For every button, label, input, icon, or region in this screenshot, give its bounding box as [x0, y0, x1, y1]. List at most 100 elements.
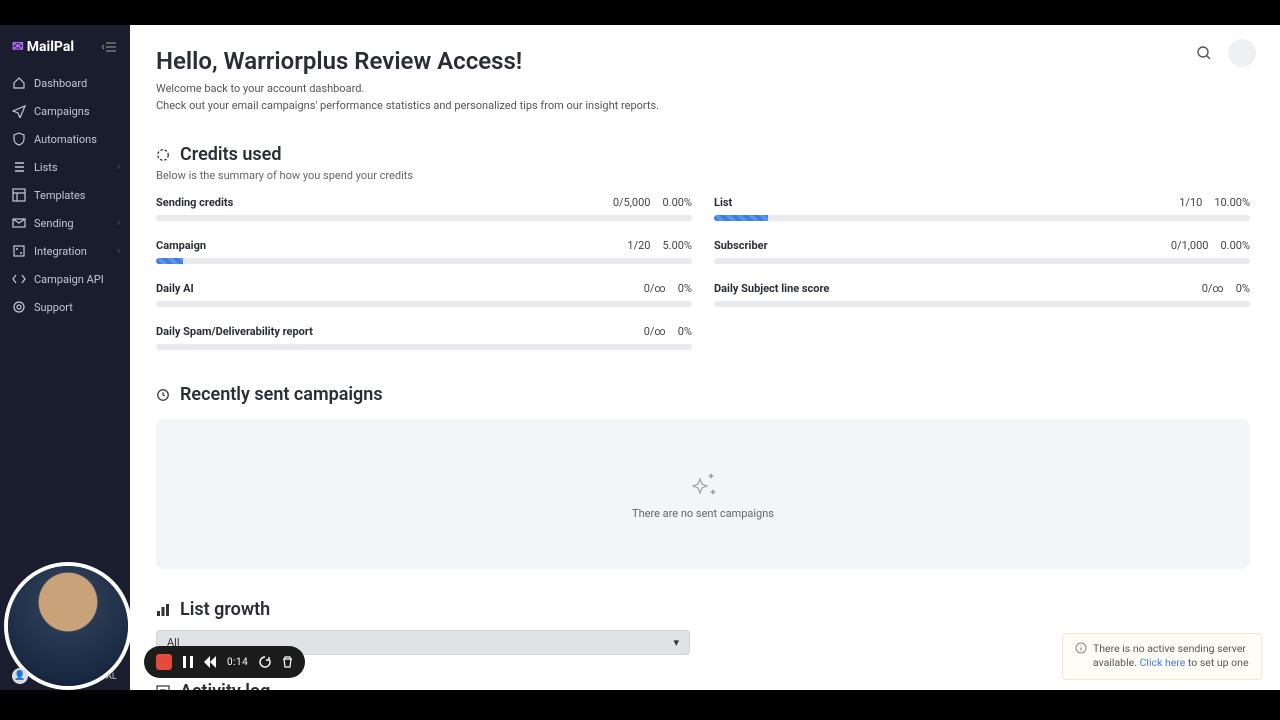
credit-count: 0/1,000: [1171, 239, 1209, 252]
sidebar-item-label: Campaign API: [34, 273, 104, 286]
progress-bar: [156, 344, 692, 350]
sidebar-item-automations[interactable]: Automations: [0, 125, 130, 153]
chevron-down-icon: ▾: [673, 636, 679, 649]
progress-bar: [156, 258, 692, 264]
support-icon: [12, 300, 26, 314]
sidebar-item-label: Templates: [34, 189, 85, 202]
info-icon: [1075, 642, 1087, 671]
progress-bar: [714, 301, 1250, 307]
credit-row: Daily AI 0/∞ 0%: [156, 282, 692, 307]
sidebar-item-campaigns[interactable]: Campaigns: [0, 97, 130, 125]
credit-count: 1/20: [627, 239, 650, 252]
page-title: Hello, Warriorplus Review Access!: [156, 47, 1250, 75]
shield-icon: [12, 132, 26, 146]
delete-button[interactable]: [282, 656, 293, 668]
restart-button[interactable]: [259, 656, 271, 668]
clock-icon: [156, 388, 170, 402]
bar-chart-icon: [156, 603, 170, 617]
main-content: Hello, Warriorplus Review Access! Welcom…: [130, 25, 1280, 690]
sidebar-item-sending[interactable]: Sending›: [0, 209, 130, 237]
sidebar-item-label: Lists: [34, 161, 58, 174]
credit-count: 0/∞: [1202, 282, 1224, 295]
chevron-right-icon: ›: [117, 218, 120, 228]
credit-row: Campaign 1/20 5.00%: [156, 239, 692, 264]
credit-row: Daily Subject line score 0/∞ 0%: [714, 282, 1250, 307]
mail-icon: [12, 216, 26, 230]
list-icon: [12, 160, 26, 174]
credit-row: Daily Spam/Deliverability report 0/∞ 0%: [156, 325, 692, 350]
credit-label: Daily Spam/Deliverability report: [156, 325, 313, 338]
sidebar-item-label: Automations: [34, 133, 97, 146]
plug-icon: [12, 244, 26, 258]
home-icon: [12, 76, 26, 90]
pause-button[interactable]: [183, 656, 193, 668]
chevron-right-icon: ›: [117, 162, 120, 172]
sparkles-icon: [686, 469, 720, 499]
credit-label: Daily Subject line score: [714, 282, 829, 295]
progress-bar: [714, 215, 1250, 221]
brand-logo[interactable]: ✉ MailPal: [12, 39, 74, 55]
activity-title: Activity log: [180, 681, 270, 690]
avatar-label: AL: [106, 672, 117, 682]
progress-bar: [156, 215, 692, 221]
credit-row: List 1/10 10.00%: [714, 196, 1250, 221]
sidebar-item-templates[interactable]: Templates: [0, 181, 130, 209]
logo-mark-icon: ✉: [12, 39, 24, 55]
toast-text-2: to set up one: [1185, 656, 1248, 669]
recorder-bar: 0:14: [144, 646, 305, 678]
credit-count: 0/∞: [644, 325, 666, 338]
credits-subtitle: Below is the summary of how you spend yo…: [156, 169, 1250, 182]
chevron-right-icon: ›: [117, 246, 120, 256]
sending-server-toast: There is no active sending server availa…: [1062, 633, 1262, 680]
recent-title: Recently sent campaigns: [180, 384, 383, 405]
credits-icon: [156, 148, 170, 162]
rewind-button[interactable]: [204, 656, 216, 668]
recent-empty-text: There are no sent campaigns: [632, 507, 774, 520]
credits-grid: Sending credits 0/5,000 0.00% List 1/10 10.00…: [156, 196, 1250, 350]
sidebar-item-label: Support: [34, 301, 73, 314]
progress-bar: [156, 301, 692, 307]
record-button[interactable]: [156, 654, 172, 670]
activity-icon: [156, 685, 170, 691]
sidebar-item-label: Dashboard: [34, 77, 87, 90]
page-subtitle-1: Welcome back to your account dashboard.: [156, 81, 1250, 98]
credits-title: Credits used: [180, 144, 281, 165]
credit-label: Daily AI: [156, 282, 194, 295]
credit-count: 0/∞: [644, 282, 666, 295]
brand-name: MailPal: [27, 39, 74, 55]
search-button[interactable]: [1190, 39, 1218, 67]
sidebar-collapse-button[interactable]: [102, 41, 118, 53]
sidebar-item-integration[interactable]: Integration ›: [0, 237, 130, 265]
send-icon: [12, 104, 26, 118]
theme-toggle-button[interactable]: [1228, 39, 1256, 67]
credit-pct: 0%: [678, 325, 692, 338]
credit-pct: 0%: [1236, 282, 1250, 295]
credit-count: 1/10: [1179, 196, 1202, 209]
list-growth-title: List growth: [180, 599, 270, 620]
sidebar-item-label: Campaigns: [34, 105, 90, 118]
credit-label: Sending credits: [156, 196, 233, 209]
credit-row: Subscriber0/1,0000.00%: [714, 239, 1250, 264]
credit-label: List: [714, 196, 732, 209]
progress-bar: [714, 258, 1250, 264]
avatar-mini-badge: 👤: [12, 668, 28, 684]
credit-row: Sending credits 0/5,000 0.00%: [156, 196, 692, 221]
template-icon: [12, 188, 26, 202]
sidebar-item-campaign-api[interactable]: Campaign API: [0, 265, 130, 293]
credit-label: Campaign: [156, 239, 206, 252]
credit-pct: 0%: [678, 282, 692, 295]
credit-label: Subscriber: [714, 239, 768, 252]
sidebar-item-lists[interactable]: Lists ›: [0, 153, 130, 181]
recorder-time: 0:14: [227, 657, 248, 668]
page-subtitle-2: Check out your email campaigns' performa…: [156, 98, 1250, 115]
credit-pct: 5.00%: [662, 239, 692, 252]
sidebar-item-support[interactable]: Support: [0, 293, 130, 321]
recent-campaigns-empty: There are no sent campaigns: [156, 419, 1250, 569]
sidebar-item-dashboard[interactable]: Dashboard: [0, 69, 130, 97]
code-icon: [12, 272, 26, 286]
credit-count: 0/5,000: [613, 196, 651, 209]
toast-link[interactable]: Click here: [1140, 656, 1186, 669]
sidebar-item-label: Integration: [34, 245, 87, 258]
credit-pct: 10.00%: [1214, 196, 1250, 209]
credit-pct: 0.00%: [662, 196, 692, 209]
